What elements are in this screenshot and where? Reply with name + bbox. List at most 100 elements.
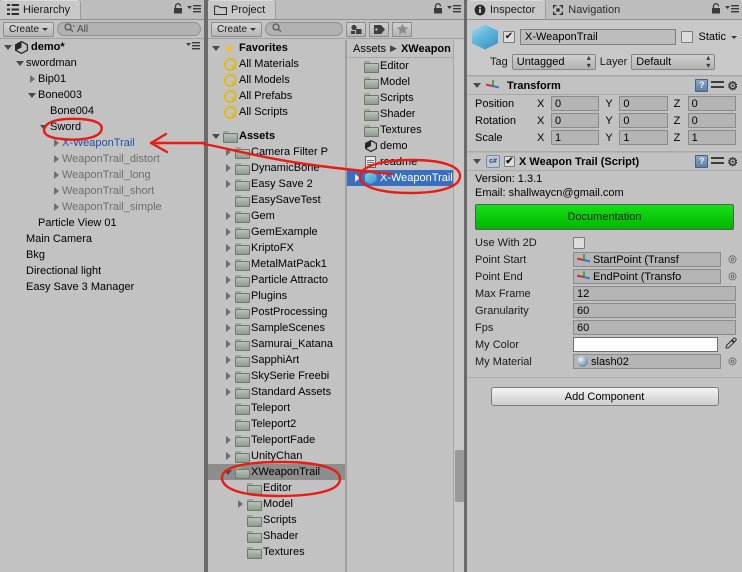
project-tree-item[interactable]: KriptoFX bbox=[208, 240, 345, 256]
documentation-button[interactable]: Documentation bbox=[475, 204, 734, 230]
expand-arrow-right[interactable] bbox=[222, 336, 234, 352]
expand-arrow-right[interactable] bbox=[50, 183, 62, 199]
project-content-item[interactable]: Shader bbox=[347, 106, 464, 122]
lock-icon[interactable] bbox=[711, 3, 721, 17]
hierarchy-search-input[interactable]: All bbox=[57, 22, 201, 36]
transform-component-header[interactable]: Transform ? ⚙ bbox=[467, 76, 742, 95]
expand-arrow-down[interactable] bbox=[26, 87, 38, 103]
expand-arrow-right[interactable] bbox=[222, 384, 234, 400]
project-content-item[interactable]: demo bbox=[347, 138, 464, 154]
expand-arrow-right[interactable] bbox=[222, 240, 234, 256]
project-tree-item[interactable]: Textures bbox=[208, 544, 345, 560]
project-tree-item[interactable]: DynamicBone bbox=[208, 160, 345, 176]
add-component-button[interactable]: Add Component bbox=[490, 387, 719, 406]
preset-icon[interactable] bbox=[711, 155, 725, 168]
object-reference-field[interactable]: EndPoint (Transfo bbox=[573, 269, 721, 284]
expand-arrow-right[interactable] bbox=[222, 208, 234, 224]
lock-icon[interactable] bbox=[173, 3, 183, 17]
expand-arrow-right[interactable] bbox=[50, 151, 62, 167]
number-field[interactable]: 60 bbox=[573, 303, 736, 318]
expand-arrow-right[interactable] bbox=[222, 288, 234, 304]
gear-icon[interactable]: ⚙ bbox=[727, 80, 738, 92]
breadcrumb-root[interactable]: Assets bbox=[353, 43, 386, 55]
object-reference-field[interactable]: slash02 bbox=[573, 354, 721, 369]
object-picker-icon[interactable]: ◎ bbox=[727, 271, 738, 282]
project-tree-item[interactable]: GemExample bbox=[208, 224, 345, 240]
project-create-button[interactable]: Create bbox=[211, 21, 263, 37]
inspector-menu-icon[interactable] bbox=[725, 4, 739, 17]
label-filter-icon[interactable] bbox=[369, 21, 390, 37]
object-reference-field[interactable]: StartPoint (Transf bbox=[573, 252, 721, 267]
expand-arrow-right[interactable] bbox=[222, 304, 234, 320]
project-menu-icon[interactable] bbox=[447, 4, 461, 17]
tab-project[interactable]: Project bbox=[208, 0, 276, 19]
project-tree-item[interactable]: XWeaponTrail bbox=[208, 464, 345, 480]
hierarchy-item[interactable]: swordman bbox=[0, 55, 204, 71]
expand-arrow-right[interactable] bbox=[234, 496, 246, 512]
object-picker-icon[interactable]: ◎ bbox=[727, 254, 738, 265]
help-book-icon[interactable]: ? bbox=[695, 79, 709, 92]
project-tree-item[interactable]: Shader bbox=[208, 528, 345, 544]
project-tree-item[interactable]: MetalMatPack1 bbox=[208, 256, 345, 272]
number-field[interactable]: 60 bbox=[573, 320, 736, 335]
hierarchy-scene-row[interactable]: demo* bbox=[0, 39, 204, 55]
expand-arrow-right[interactable] bbox=[222, 368, 234, 384]
transform-y-field[interactable]: 0 bbox=[619, 96, 668, 111]
project-content-item[interactable]: readme bbox=[347, 154, 464, 170]
transform-x-field[interactable]: 1 bbox=[551, 130, 600, 145]
transform-y-field[interactable]: 0 bbox=[619, 113, 668, 128]
favorites-expand-arrow[interactable] bbox=[210, 40, 222, 56]
project-tree-item[interactable]: TeleportFade bbox=[208, 432, 345, 448]
expand-arrow-right[interactable] bbox=[26, 71, 38, 87]
project-tree-item[interactable]: Camera Filter P bbox=[208, 144, 345, 160]
project-favorite-item[interactable]: All Models bbox=[208, 72, 345, 88]
project-tree-item[interactable]: Teleport bbox=[208, 400, 345, 416]
scene-expand-arrow[interactable] bbox=[2, 39, 14, 55]
hierarchy-item[interactable]: Bone003 bbox=[0, 87, 204, 103]
project-content-item[interactable]: Editor bbox=[347, 58, 464, 74]
project-tree-item[interactable]: EasySaveTest bbox=[208, 192, 345, 208]
eyedropper-icon[interactable] bbox=[724, 337, 738, 352]
expand-arrow-right[interactable] bbox=[222, 448, 234, 464]
hierarchy-item[interactable]: WeaponTrail_simple bbox=[0, 199, 204, 215]
expand-arrow-right[interactable] bbox=[222, 224, 234, 240]
help-book-icon[interactable]: ? bbox=[695, 155, 709, 168]
expand-arrow-down[interactable] bbox=[222, 464, 234, 480]
project-content-item[interactable]: X-WeaponTrail bbox=[347, 170, 464, 186]
project-scrollbar-thumb[interactable] bbox=[455, 450, 464, 502]
layer-dropdown[interactable]: Default ▴ ▾ bbox=[631, 54, 716, 70]
project-tree-item[interactable]: Standard Assets bbox=[208, 384, 345, 400]
assets-expand-arrow[interactable] bbox=[210, 128, 222, 144]
expand-arrow-right[interactable] bbox=[351, 170, 363, 186]
project-tree-item[interactable]: Samurai_Katana bbox=[208, 336, 345, 352]
script-component-header[interactable]: c# ✔ X Weapon Trail (Script) ? ⚙ bbox=[467, 152, 742, 171]
project-tree-item[interactable]: UnityChan bbox=[208, 448, 345, 464]
transform-y-field[interactable]: 1 bbox=[619, 130, 668, 145]
scene-context-menu-icon[interactable] bbox=[186, 41, 200, 54]
transform-x-field[interactable]: 0 bbox=[551, 113, 600, 128]
project-tree-item[interactable]: Model bbox=[208, 496, 345, 512]
hierarchy-item[interactable]: Bip01 bbox=[0, 71, 204, 87]
tab-navigation[interactable]: Navigation bbox=[545, 0, 630, 19]
hierarchy-menu-icon[interactable] bbox=[187, 4, 201, 17]
expand-arrow-right[interactable] bbox=[222, 320, 234, 336]
project-assets-row[interactable]: Assets bbox=[208, 128, 345, 144]
hierarchy-item[interactable]: Bone004 bbox=[0, 103, 204, 119]
hierarchy-item[interactable]: Main Camera bbox=[0, 231, 204, 247]
gear-icon[interactable]: ⚙ bbox=[727, 156, 738, 168]
project-content-item[interactable]: Scripts bbox=[347, 90, 464, 106]
project-content-item[interactable]: Textures bbox=[347, 122, 464, 138]
asset-filter-icon[interactable] bbox=[346, 21, 367, 37]
project-tree-item[interactable]: Easy Save 2 bbox=[208, 176, 345, 192]
expand-arrow-right[interactable] bbox=[222, 160, 234, 176]
hierarchy-item[interactable]: WeaponTrail_short bbox=[0, 183, 204, 199]
color-swatch-field[interactable] bbox=[573, 337, 718, 352]
project-tree-item[interactable]: SampleScenes bbox=[208, 320, 345, 336]
tab-hierarchy[interactable]: Hierarchy bbox=[0, 0, 81, 19]
script-foldout-arrow[interactable] bbox=[471, 154, 482, 170]
project-tree-item[interactable]: SapphiArt bbox=[208, 352, 345, 368]
transform-foldout-arrow[interactable] bbox=[471, 78, 482, 94]
transform-z-field[interactable]: 0 bbox=[687, 113, 736, 128]
expand-arrow-right[interactable] bbox=[222, 352, 234, 368]
expand-arrow-right[interactable] bbox=[222, 176, 234, 192]
